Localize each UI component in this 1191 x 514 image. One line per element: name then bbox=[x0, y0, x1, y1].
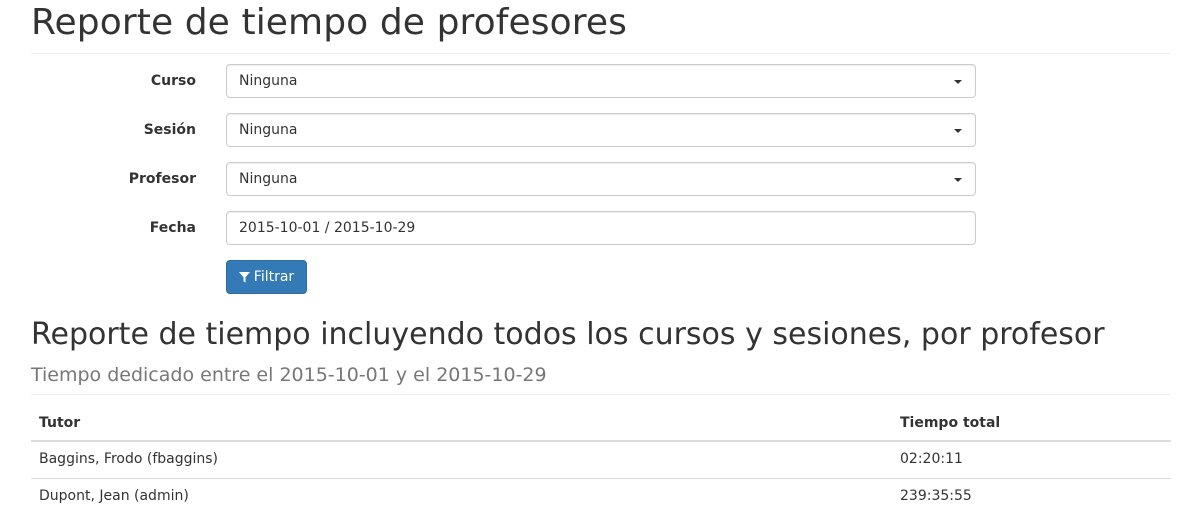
column-header-tutor: Tutor bbox=[39, 415, 81, 431]
filter-button[interactable]: Filtrar bbox=[226, 260, 307, 294]
report-title: Reporte de tiempo incluyendo todos los c… bbox=[31, 316, 1171, 394]
report-subtitle: Tiempo dedicado entre el 2015-10-01 y el… bbox=[31, 364, 547, 386]
report-title-main: Reporte de tiempo incluyendo todos los c… bbox=[31, 317, 1105, 352]
date-range-input[interactable] bbox=[226, 211, 976, 245]
tutor-cell: Dupont, Jean (admin) bbox=[39, 488, 189, 504]
session-select[interactable]: Ninguna bbox=[226, 113, 976, 147]
course-row: Curso Ninguna bbox=[0, 64, 1191, 98]
total-time-cell: 239:35:55 bbox=[900, 488, 972, 504]
teacher-row: Profesor Ninguna bbox=[0, 162, 1191, 196]
table-row: Baggins, Frodo (fbaggins) 02:20:11 bbox=[31, 442, 1171, 479]
course-select-value: Ninguna bbox=[239, 73, 298, 89]
chevron-down-icon bbox=[954, 80, 962, 84]
session-row: Sesión Ninguna bbox=[0, 113, 1191, 147]
report-divider bbox=[31, 394, 1171, 395]
teacher-label: Profesor bbox=[128, 171, 196, 187]
total-time-cell: 02:20:11 bbox=[900, 451, 963, 467]
teacher-select[interactable]: Ninguna bbox=[226, 162, 976, 196]
column-header-total-time: Tiempo total bbox=[900, 415, 1001, 431]
title-divider bbox=[31, 53, 1171, 54]
tutor-cell: Baggins, Frodo (fbaggins) bbox=[39, 451, 219, 467]
course-label: Curso bbox=[150, 73, 196, 89]
date-row: Fecha bbox=[0, 211, 1191, 245]
date-label: Fecha bbox=[149, 220, 196, 236]
table-row: Dupont, Jean (admin) 239:35:55 bbox=[31, 479, 1171, 514]
teacher-select-value: Ninguna bbox=[239, 171, 298, 187]
session-select-value: Ninguna bbox=[239, 122, 298, 138]
course-select[interactable]: Ninguna bbox=[226, 64, 976, 98]
chevron-down-icon bbox=[954, 178, 962, 182]
teacher-time-report-page: Reporte de tiempo de profesores Curso Ni… bbox=[0, 0, 1191, 514]
filter-button-label: Filtrar bbox=[253, 269, 295, 285]
table-header: Tutor Tiempo total bbox=[31, 405, 1171, 442]
chevron-down-icon bbox=[954, 129, 962, 133]
page-title: Reporte de tiempo de profesores bbox=[31, 2, 627, 43]
filter-icon bbox=[238, 271, 250, 283]
session-label: Sesión bbox=[143, 122, 196, 138]
report-table: Tutor Tiempo total Baggins, Frodo (fbagg… bbox=[31, 405, 1171, 514]
